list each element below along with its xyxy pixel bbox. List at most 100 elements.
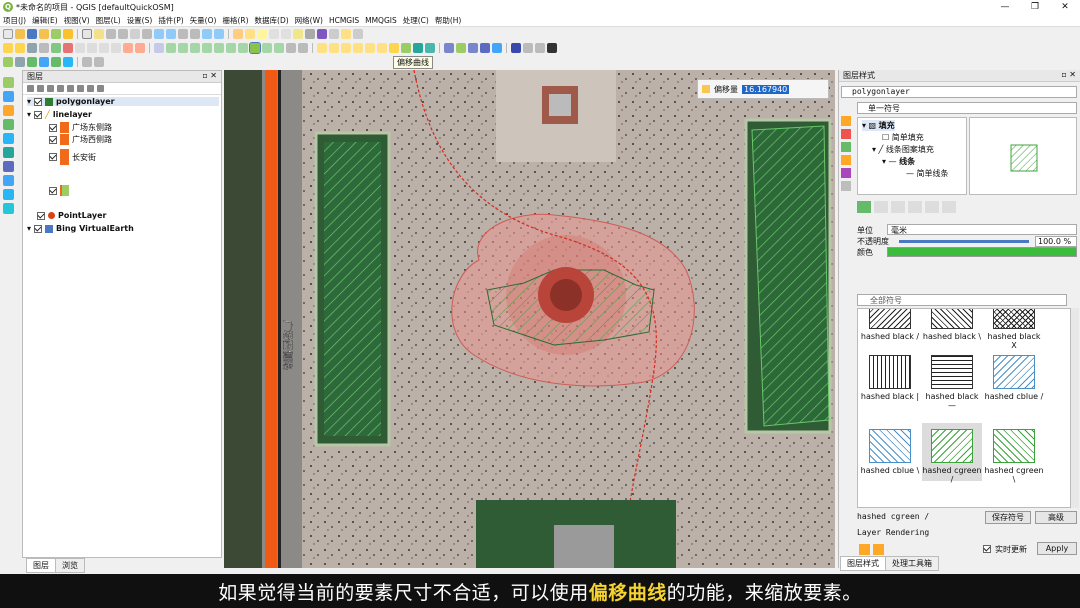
menu-settings[interactable]: 设置(S) xyxy=(124,15,156,26)
add-feature-icon[interactable] xyxy=(51,43,61,53)
add-ring-icon[interactable] xyxy=(178,43,188,53)
cut-icon[interactable] xyxy=(87,43,97,53)
unit-select[interactable]: 毫米 xyxy=(887,224,1077,235)
zoom-next-icon[interactable] xyxy=(190,29,200,39)
reshape-icon[interactable] xyxy=(238,43,248,53)
open-project-icon[interactable] xyxy=(15,29,25,39)
symbol-hashed-black-slash[interactable]: hashed black / xyxy=(860,309,920,341)
tab-layers[interactable]: 图层 xyxy=(26,558,56,573)
symbol-hashed-cblue-backslash[interactable]: hashed cblue \ xyxy=(860,429,920,475)
remove-symbol-layer-icon[interactable] xyxy=(874,201,888,213)
delete-icon[interactable] xyxy=(75,43,85,53)
collapse-all-icon[interactable] xyxy=(87,85,94,92)
symbol-hashed-black-vertical[interactable]: hashed black | xyxy=(860,355,920,401)
zoom-layer-icon[interactable] xyxy=(166,29,176,39)
filter-icon[interactable] xyxy=(57,85,64,92)
fill-ring-icon[interactable] xyxy=(202,43,212,53)
layer-rendering-toggle[interactable]: Layer Rendering xyxy=(857,528,929,537)
python-icon[interactable] xyxy=(444,43,454,53)
layout-icon[interactable] xyxy=(511,43,521,53)
collapse-arrow-icon[interactable]: ▾ xyxy=(27,110,31,119)
move-down-icon[interactable] xyxy=(942,201,956,213)
menu-database[interactable]: 数据库(D) xyxy=(252,15,292,26)
save-symbol-button[interactable]: 保存符号 xyxy=(985,511,1031,524)
remove-layer-icon[interactable] xyxy=(97,85,104,92)
history-tab-icon[interactable] xyxy=(841,181,851,191)
map-canvas[interactable]: 广场西侧路 xyxy=(224,70,835,568)
menu-layer[interactable]: 图层(L) xyxy=(93,15,124,26)
panel-controls-icon[interactable]: ▫ ✕ xyxy=(1061,70,1076,79)
layer-item-changan[interactable]: 长安街 xyxy=(49,149,96,165)
lines-tool-icon[interactable] xyxy=(3,119,14,130)
copy-icon[interactable] xyxy=(99,43,109,53)
toggle-editing-icon[interactable] xyxy=(15,43,25,53)
layer-item-polygonlayer[interactable]: ▾ polygonlayer xyxy=(27,97,219,106)
menu-processing[interactable]: 处理(C) xyxy=(400,15,432,26)
map-tips-icon[interactable] xyxy=(353,29,363,39)
layer-checkbox[interactable] xyxy=(34,224,43,233)
color-button[interactable] xyxy=(887,247,1077,257)
duplicate-layer-icon[interactable] xyxy=(908,201,922,213)
category-checkbox[interactable] xyxy=(49,135,57,144)
osm-icon[interactable] xyxy=(413,43,423,53)
field-calc-icon[interactable] xyxy=(293,29,303,39)
symbology-tab-icon[interactable] xyxy=(841,116,851,126)
symbol-hashed-black-x[interactable]: hashed black X xyxy=(984,309,1044,350)
lock-layer-icon[interactable] xyxy=(891,201,905,213)
3d-tab-icon[interactable] xyxy=(841,155,851,165)
tree-item-line-pattern[interactable]: ▾ ╱ 线条图案填充 xyxy=(872,144,934,155)
expression-filter-icon[interactable] xyxy=(67,85,74,92)
split-features-icon[interactable] xyxy=(262,43,272,53)
attribute-table-icon[interactable] xyxy=(281,29,291,39)
statistics-icon[interactable] xyxy=(305,29,315,39)
add-postgis-icon[interactable] xyxy=(51,57,61,67)
layer-select[interactable]: polygonlayer xyxy=(841,86,1077,98)
layer-item-pointlayer[interactable]: PointLayer xyxy=(27,211,106,220)
labels-tab-icon[interactable] xyxy=(841,129,851,139)
collapse-arrow-icon[interactable]: ▾ xyxy=(27,224,31,233)
move-up-icon[interactable] xyxy=(925,201,939,213)
quickosm-icon[interactable] xyxy=(425,43,435,53)
add-spatialite-icon[interactable] xyxy=(39,57,49,67)
add-wms-icon[interactable] xyxy=(63,57,73,67)
manage-visibility-icon[interactable] xyxy=(47,85,54,92)
category-checkbox[interactable] xyxy=(49,153,57,161)
symbol-list-scrollbar[interactable] xyxy=(1071,308,1079,508)
live-update-checkbox[interactable] xyxy=(983,545,991,553)
refresh-icon[interactable] xyxy=(214,29,224,39)
symbol-hashed-black-horizontal[interactable]: hashed black — xyxy=(922,355,982,410)
arcgis-tool-icon[interactable] xyxy=(3,203,14,214)
triangle-icon[interactable] xyxy=(389,43,399,53)
plugin-icon[interactable] xyxy=(468,43,478,53)
new-map-view-icon[interactable] xyxy=(202,29,212,39)
layer-item-default[interactable] xyxy=(49,185,69,196)
measure-icon[interactable] xyxy=(329,29,339,39)
opacity-slider[interactable] xyxy=(899,240,1029,243)
delete-ring-icon[interactable] xyxy=(214,43,224,53)
add-delimited-icon[interactable] xyxy=(27,57,37,67)
expand-all-icon[interactable] xyxy=(77,85,84,92)
close-button[interactable]: ✕ xyxy=(1050,0,1080,14)
redo-icon[interactable] xyxy=(873,544,884,555)
menu-help[interactable]: 帮助(H) xyxy=(432,15,465,26)
mesh-tool-icon[interactable] xyxy=(3,147,14,158)
tab-browser[interactable]: 浏览 xyxy=(55,558,85,573)
tree-item-simple-fill[interactable]: ☐ 简单填充 xyxy=(882,132,924,143)
add-symbol-layer-icon[interactable] xyxy=(857,201,871,213)
label-props-icon[interactable] xyxy=(377,43,387,53)
menu-mmqgis[interactable]: MMQGIS xyxy=(362,16,400,25)
save-edits-icon[interactable] xyxy=(27,43,37,53)
label-icon[interactable] xyxy=(317,43,327,53)
layer-checkbox[interactable] xyxy=(34,97,43,106)
vertex-tool-icon[interactable] xyxy=(63,43,73,53)
menu-hcmgis[interactable]: HCMGIS xyxy=(326,16,362,25)
add-part-icon[interactable] xyxy=(190,43,200,53)
lock-icon[interactable] xyxy=(702,85,710,93)
label-show-icon[interactable] xyxy=(341,43,351,53)
layer-item-west-road[interactable]: 广场西侧路 xyxy=(49,134,112,145)
metasearch-icon[interactable] xyxy=(523,43,533,53)
raster-tool-icon[interactable] xyxy=(3,91,14,102)
wcs-tool-icon[interactable] xyxy=(3,189,14,200)
tree-item-line[interactable]: ▾ — 线条 xyxy=(882,156,915,167)
undo-icon[interactable] xyxy=(123,43,133,53)
